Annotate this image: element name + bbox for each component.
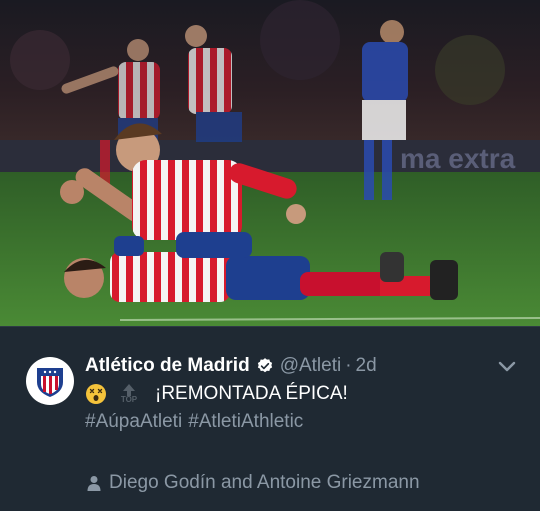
atletico-crest-icon (37, 368, 63, 397)
dizzy-face-emoji-icon (86, 384, 106, 404)
tweet-media-photo[interactable]: ma extra (0, 0, 540, 326)
verified-badge-icon (257, 358, 272, 373)
tagged-people-text: Diego Godín and Antoine Griezmann (109, 472, 420, 493)
tweet-text-line: TOP ¡REMONTADA ÉPICA! (85, 381, 348, 407)
tweet-header: Atlético de Madrid @Atleti · 2d (85, 353, 377, 379)
hashtag-link[interactable]: #AtletiAthletic (188, 411, 303, 433)
hashtag-list: #AúpaAtleti #AtletiAthletic (85, 409, 309, 435)
hashtag-link[interactable]: #AúpaAtleti (85, 411, 182, 433)
person-icon (87, 476, 101, 491)
top-arrow-icon: TOP (117, 384, 141, 404)
separator-dot: · (345, 355, 352, 376)
tweet-card[interactable]: Atlético de Madrid @Atleti · 2d TOP ¡REM… (0, 326, 540, 511)
author-name[interactable]: Atlético de Madrid (85, 355, 250, 377)
tagged-people[interactable]: Diego Godín and Antoine Griezmann (87, 471, 420, 495)
top-label: TOP (120, 395, 138, 404)
chevron-down-icon[interactable] (498, 359, 516, 373)
avatar[interactable] (26, 357, 74, 405)
tweet-headline: ¡REMONTADA ÉPICA! (155, 383, 348, 404)
ad-board-text: ma extra (400, 143, 516, 174)
match-photo: ma extra (0, 0, 540, 326)
author-handle[interactable]: @Atleti (280, 355, 342, 377)
timestamp[interactable]: 2d (356, 355, 377, 377)
